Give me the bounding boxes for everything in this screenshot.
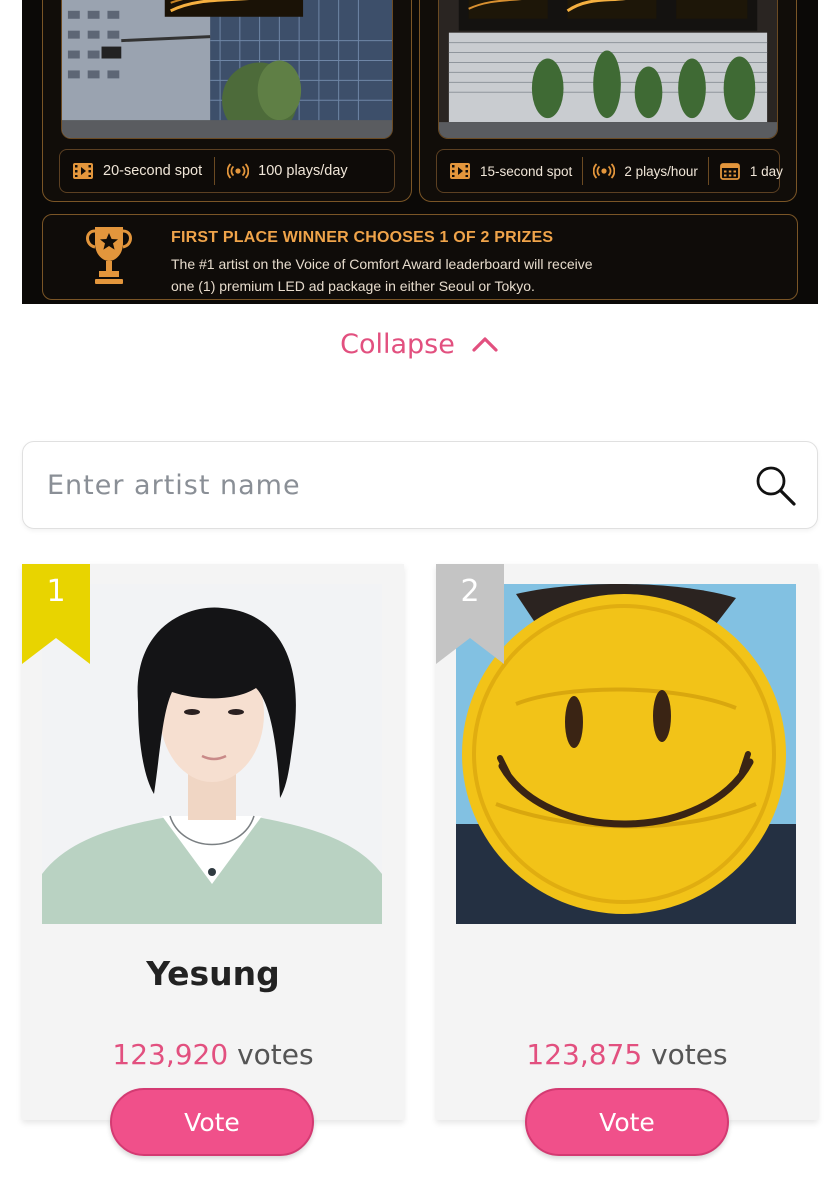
prize-description: The #1 artist on the Voice of Comfort Aw… bbox=[171, 253, 771, 297]
seoul-specs-bar: 20-second spot 100 plays/day bbox=[59, 149, 395, 193]
film-icon bbox=[72, 161, 94, 181]
film-icon bbox=[449, 161, 471, 181]
prize-info: FIRST PLACE WINNER CHOOSES 1 OF 2 PRIZES… bbox=[42, 214, 798, 300]
spec-item: 15-second spot bbox=[437, 157, 582, 185]
artist-photo bbox=[456, 584, 796, 924]
seoul-billboard-photo bbox=[61, 0, 393, 139]
tokyo-billboard-panel: starvibe starvibe bbox=[419, 0, 797, 202]
artist-card: 1 Yesung 123,920 votes bbox=[22, 564, 404, 1120]
spec-label: 1 day bbox=[749, 163, 783, 179]
seoul-billboard-panel: 20-second spot 100 plays/day bbox=[42, 0, 412, 202]
spec-item: 2 plays/hour bbox=[582, 157, 708, 185]
prize-desc-line: one (1) premium LED ad package in either… bbox=[171, 278, 535, 294]
collapse-toggle[interactable]: Collapse bbox=[0, 322, 839, 366]
spec-label: 20-second spot bbox=[103, 163, 203, 179]
spec-item: 20-second spot bbox=[60, 157, 214, 185]
prize-desc-line: The #1 artist on the Voice of Comfort Aw… bbox=[171, 256, 593, 272]
vote-number: 123,875 bbox=[526, 1038, 643, 1071]
rank-number: 1 bbox=[46, 574, 66, 609]
vote-count: 123,875 votes bbox=[436, 1038, 818, 1071]
vote-number: 123,920 bbox=[112, 1038, 229, 1071]
vote-button[interactable]: Vote bbox=[525, 1088, 729, 1156]
prize-banner: 20-second spot 100 plays/day starvibe bbox=[22, 0, 818, 304]
search-input[interactable] bbox=[47, 462, 727, 508]
artist-search bbox=[22, 441, 818, 529]
spec-item: 1 day bbox=[707, 157, 793, 185]
vote-button[interactable]: Vote bbox=[110, 1088, 314, 1156]
tokyo-billboard-photo: starvibe starvibe bbox=[438, 0, 778, 139]
chevron-up-icon bbox=[472, 337, 498, 352]
trophy-icon bbox=[86, 227, 132, 284]
prize-title: FIRST PLACE WINNER CHOOSES 1 OF 2 PRIZES bbox=[171, 229, 554, 246]
spec-item: 100 plays/day bbox=[214, 157, 359, 185]
broadcast-icon bbox=[593, 161, 616, 181]
rank-badge: 1 bbox=[22, 564, 90, 664]
vote-unit: votes bbox=[642, 1038, 728, 1071]
tokyo-specs-bar: 15-second spot 2 plays/hour 1 day bbox=[436, 149, 783, 193]
rank-badge: 2 bbox=[436, 564, 504, 664]
vote-unit: votes bbox=[228, 1038, 314, 1071]
broadcast-icon bbox=[227, 161, 250, 181]
spec-label: 2 plays/hour bbox=[624, 163, 698, 179]
calendar-icon bbox=[719, 161, 741, 181]
search-icon[interactable] bbox=[753, 463, 797, 507]
artist-name: Yesung bbox=[146, 954, 280, 993]
artist-photo bbox=[42, 584, 382, 924]
vote-count: 123,920 votes bbox=[22, 1038, 404, 1071]
artist-card: 2 123,875 votes bbox=[436, 564, 818, 1120]
spec-label: 100 plays/day bbox=[258, 163, 348, 179]
rank-number: 2 bbox=[460, 574, 480, 609]
collapse-label: Collapse bbox=[340, 328, 455, 360]
spec-label: 15-second spot bbox=[480, 163, 573, 179]
